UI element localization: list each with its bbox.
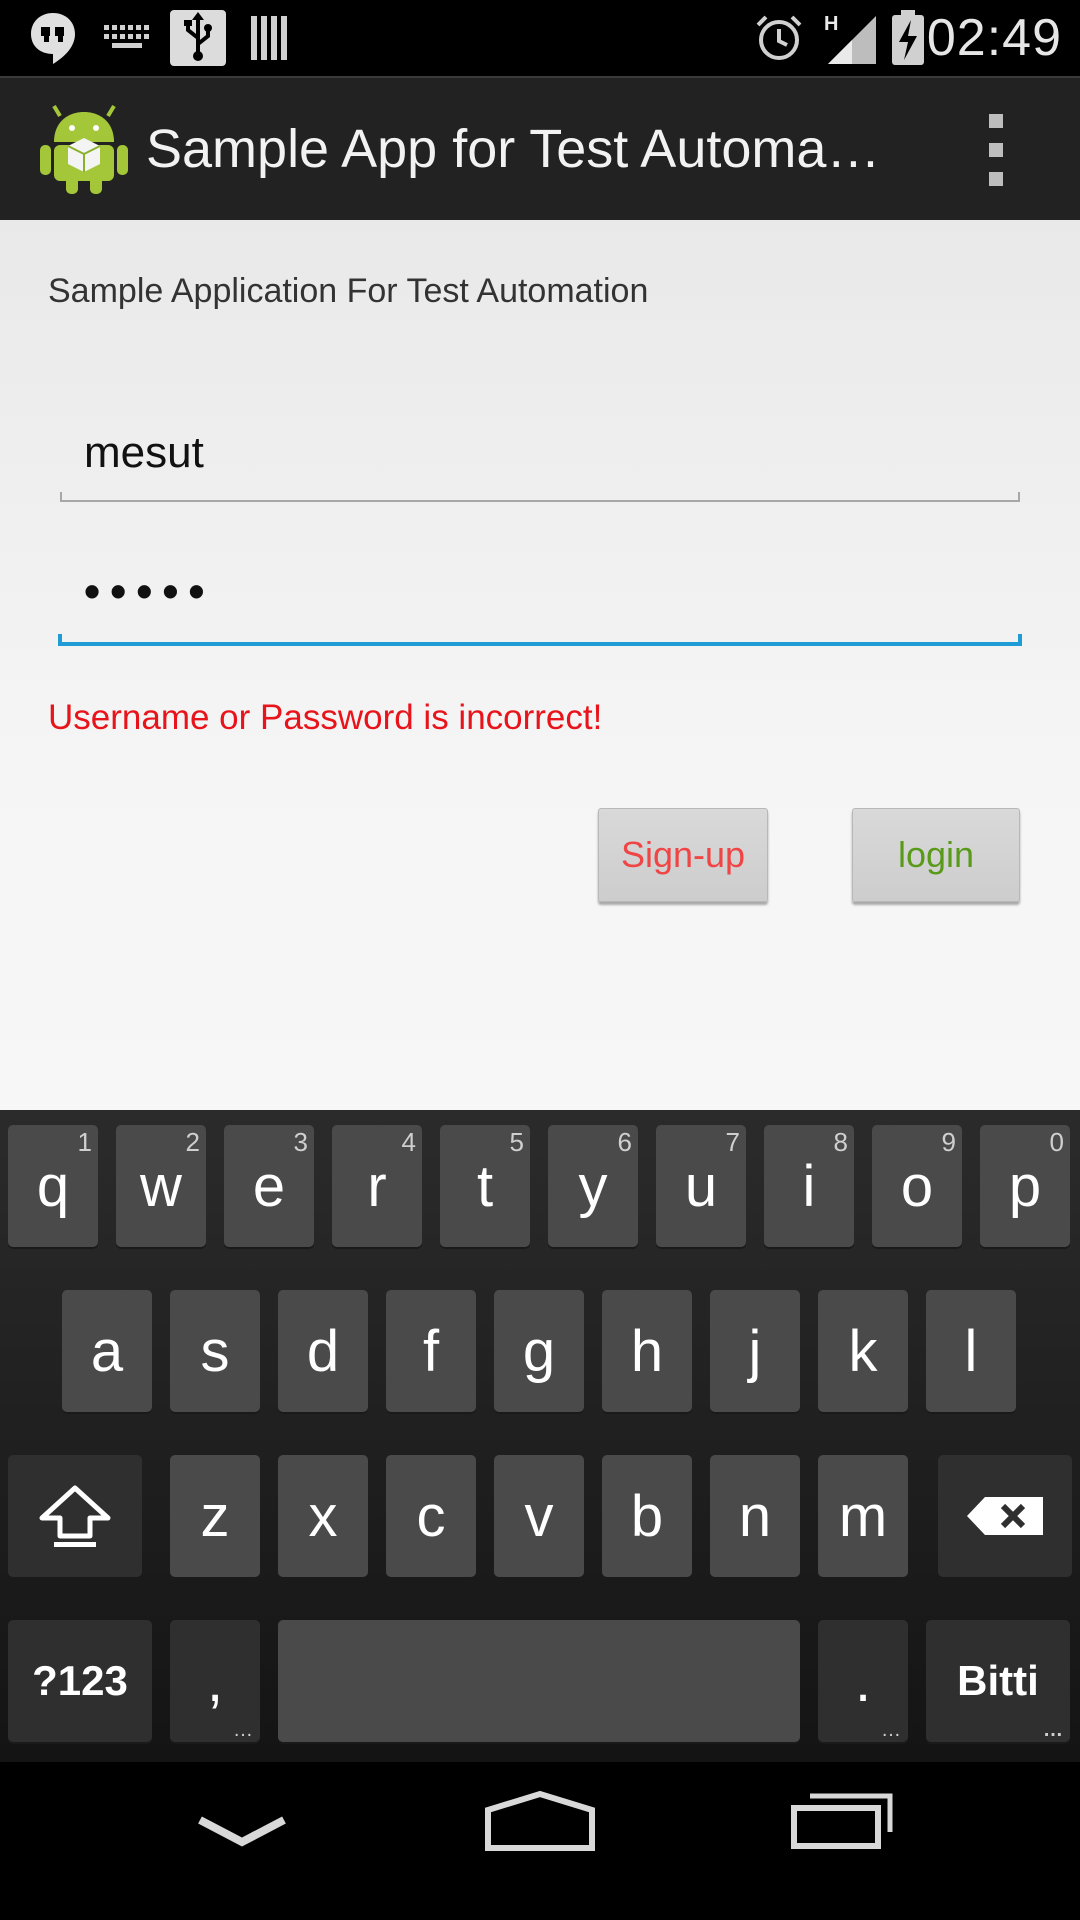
recents-icon[interactable] <box>790 1792 894 1855</box>
key-q[interactable]: q1 <box>8 1125 98 1247</box>
key-i[interactable]: i8 <box>764 1125 854 1247</box>
signup-button[interactable]: Sign-up <box>598 808 768 902</box>
login-button[interactable]: login <box>852 808 1020 902</box>
shift-icon <box>39 1485 111 1547</box>
period-key[interactable]: .… <box>818 1620 908 1742</box>
comma-key[interactable]: ,… <box>170 1620 260 1742</box>
key-l[interactable]: l <box>926 1290 1016 1412</box>
soft-keyboard: q1 w2 e3 r4 t5 y6 u7 i8 o9 p0 a s d f g … <box>0 1110 1080 1762</box>
backspace-key[interactable] <box>938 1455 1072 1577</box>
key-s[interactable]: s <box>170 1290 260 1412</box>
key-d[interactable]: d <box>278 1290 368 1412</box>
overflow-menu-icon[interactable] <box>982 114 1010 186</box>
battery-charging-icon <box>890 10 926 66</box>
page-subtitle: Sample Application For Test Automation <box>48 272 649 310</box>
password-field[interactable]: ••••• <box>58 552 1022 646</box>
key-v[interactable]: v <box>494 1455 584 1577</box>
action-bar: Sample App for Test Automa… <box>0 76 1080 220</box>
barcode-icon <box>248 10 290 66</box>
username-value: mesut <box>84 428 204 477</box>
key-y[interactable]: y6 <box>548 1125 638 1247</box>
key-p[interactable]: p0 <box>980 1125 1070 1247</box>
key-t[interactable]: t5 <box>440 1125 530 1247</box>
signal-h-icon: H <box>822 10 878 66</box>
symbols-key[interactable]: ?123 <box>8 1620 152 1742</box>
key-h[interactable]: h <box>602 1290 692 1412</box>
key-g[interactable]: g <box>494 1290 584 1412</box>
key-u[interactable]: u7 <box>656 1125 746 1247</box>
password-value: ••••• <box>84 565 215 617</box>
backspace-icon <box>967 1497 1043 1535</box>
space-key[interactable] <box>278 1620 800 1742</box>
login-screen: Sample Application For Test Automation m… <box>0 220 1080 1110</box>
usb-icon <box>170 10 226 66</box>
hangouts-icon <box>26 10 80 66</box>
svg-text:H: H <box>824 13 838 35</box>
key-f[interactable]: f <box>386 1290 476 1412</box>
key-c[interactable]: c <box>386 1455 476 1577</box>
clock: 02:49 <box>926 9 1062 67</box>
key-o[interactable]: o9 <box>872 1125 962 1247</box>
shift-key[interactable] <box>8 1455 142 1577</box>
key-m[interactable]: m <box>818 1455 908 1577</box>
key-e[interactable]: e3 <box>224 1125 314 1247</box>
key-n[interactable]: n <box>710 1455 800 1577</box>
key-k[interactable]: k <box>818 1290 908 1412</box>
key-x[interactable]: x <box>278 1455 368 1577</box>
key-a[interactable]: a <box>62 1290 152 1412</box>
key-b[interactable]: b <box>602 1455 692 1577</box>
app-title: Sample App for Test Automa… <box>146 119 881 179</box>
error-message: Username or Password is incorrect! <box>48 698 603 737</box>
username-field[interactable]: mesut <box>60 410 1020 502</box>
done-key[interactable]: Bitti… <box>926 1620 1070 1742</box>
alarm-icon <box>752 10 806 66</box>
key-r[interactable]: r4 <box>332 1125 422 1247</box>
navigation-bar <box>0 1762 1080 1920</box>
status-bar: H 02:49 <box>0 0 1080 76</box>
key-w[interactable]: w2 <box>116 1125 206 1247</box>
key-j[interactable]: j <box>710 1290 800 1412</box>
keyboard-icon <box>100 10 154 66</box>
home-icon[interactable] <box>484 1790 596 1859</box>
back-down-icon[interactable] <box>196 1814 288 1855</box>
key-z[interactable]: z <box>170 1455 260 1577</box>
android-app-icon[interactable] <box>40 102 128 194</box>
